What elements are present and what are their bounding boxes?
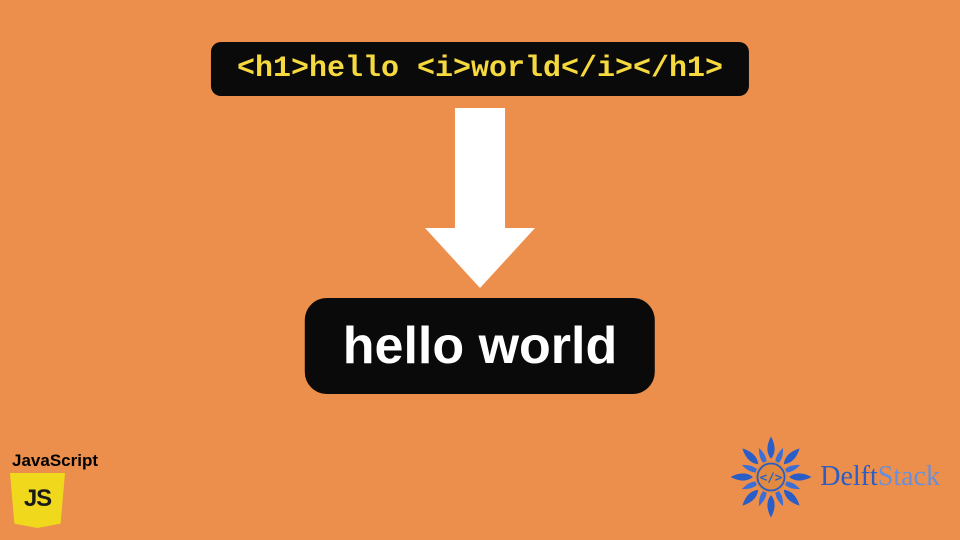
javascript-label: JavaScript [12, 451, 98, 471]
arrow-shaft [455, 108, 505, 228]
code-snippet-box: <h1>hello <i>world</i></h1> [211, 42, 749, 96]
delftstack-brand-part2: Stack [878, 461, 940, 492]
javascript-logo: JavaScript JS [10, 451, 98, 528]
code-snippet-text: <h1>hello <i>world</i></h1> [237, 52, 723, 86]
output-text: hello world [343, 317, 617, 375]
delftstack-brand-text: DelftStack [820, 461, 940, 493]
output-text-box: hello world [305, 298, 655, 394]
arrow-down-icon [425, 108, 535, 288]
delftstack-mandala-icon: </> [726, 432, 816, 522]
delftstack-logo: </> DelftStack [726, 432, 940, 522]
javascript-badge-text: JS [24, 485, 51, 513]
arrow-head [425, 228, 535, 288]
javascript-badge-icon: JS [10, 473, 65, 528]
delftstack-brand-part1: Delft [820, 461, 878, 492]
svg-text:</>: </> [760, 470, 783, 485]
